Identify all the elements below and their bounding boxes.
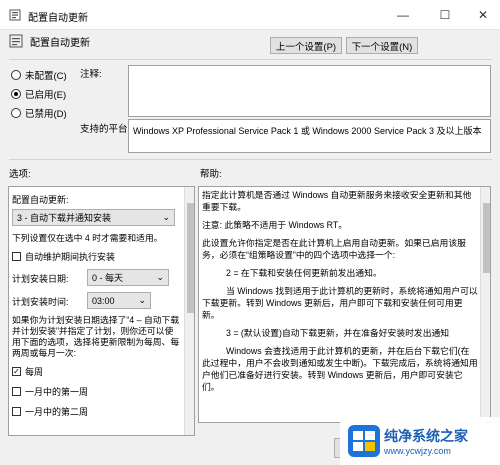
supported-on-label: 支持的平台:: [80, 124, 131, 135]
radio-label: 未配置(C): [25, 71, 67, 82]
dropdown-value: 03:00: [92, 295, 115, 306]
second-week-checkbox-row[interactable]: 一月中的第二周: [12, 405, 88, 418]
checkbox-label: 自动维护期间执行安装: [25, 252, 116, 262]
scrollbar-thumb[interactable]: [483, 203, 490, 273]
weekly-checkbox-row[interactable]: ✓ 每周: [12, 365, 43, 378]
policy-icon: [9, 34, 23, 48]
options-panel: 配置自动更新: 3 - 自动下载并通知安装 ⌄ 下列设置仅在选中 4 时才需要和…: [8, 186, 195, 436]
help-paragraph: Windows 会查找适用于此计算机的更新，并在后台下载它们(在此过程中，用户不…: [202, 346, 478, 392]
help-paragraph: 2 = 在下载和安装任何更新前发出通知。: [226, 268, 382, 278]
dropdown-value: 3 - 自动下载并通知安装: [17, 213, 112, 223]
policy-app-icon: [9, 9, 21, 21]
schedule-note: 下列设置仅在选中 4 时才需要和适用。: [12, 233, 163, 243]
next-setting-button[interactable]: 下一个设置(N): [346, 37, 418, 54]
watermark-title: 纯净系统之家: [384, 428, 468, 444]
supported-on-value: Windows XP Professional Service Pack 1 或…: [128, 119, 491, 153]
scrollbar-thumb[interactable]: [187, 203, 194, 313]
radio-button[interactable]: [11, 70, 21, 80]
help-paragraph: 当 Windows 找到适用于此计算机的更新时，系统将通知用户可以下载更新。转到…: [202, 286, 478, 320]
help-paragraph: 3 = (默认设置)自动下载更新，并在准备好安装时发出通知: [226, 328, 450, 338]
help-paragraph: 此设置允许你指定是否在此计算机上启用自动更新。如果已启用该服务，必须在“组策略设…: [202, 238, 466, 260]
maximize-button[interactable]: ☐: [426, 0, 464, 30]
checkbox-label: 一月中的第一周: [25, 387, 89, 397]
help-paragraph: 指定此计算机是否通过 Windows 自动更新服务来接收安全更新和其他重要下载。: [202, 190, 472, 212]
help-text: 指定此计算机是否通过 Windows 自动更新服务来接收安全更新和其他重要下载。…: [202, 189, 478, 399]
radio-button[interactable]: [11, 89, 21, 99]
configure-label: 配置自动更新:: [12, 195, 69, 205]
checkbox-checked[interactable]: ✓: [12, 367, 21, 376]
options-scrollbar[interactable]: [184, 187, 194, 435]
help-scrollbar[interactable]: [480, 187, 490, 422]
schedule-time-label: 计划安装时间:: [12, 297, 69, 307]
watermark-logo-icon: [348, 425, 380, 457]
chevron-down-icon: ⌄: [138, 295, 146, 305]
checkbox[interactable]: [12, 387, 21, 396]
schedule-day-dropdown[interactable]: 0 - 每天 ⌄: [87, 269, 169, 286]
title-bar: 配置自动更新 — ☐ ✕: [0, 0, 500, 30]
watermark-text: 纯净系统之家 www.ycwjzy.com: [384, 426, 468, 456]
minimize-button[interactable]: —: [384, 0, 422, 30]
close-button[interactable]: ✕: [464, 0, 500, 30]
help-paragraph: 注意: 此策略不适用于 Windows RT。: [202, 220, 347, 230]
radio-disabled[interactable]: 已禁用(D): [11, 106, 67, 120]
header-divider: [9, 59, 492, 60]
comment-label: 注释:: [80, 69, 102, 80]
chevron-down-icon: ⌄: [162, 212, 170, 222]
radio-enabled[interactable]: 已启用(E): [11, 87, 66, 101]
watermark-url: www.ycwjzy.com: [384, 446, 451, 456]
radio-label: 已启用(E): [25, 90, 67, 101]
checkbox-label: 每周: [25, 367, 44, 377]
radio-label: 已禁用(D): [25, 109, 67, 120]
checkbox[interactable]: [12, 407, 21, 416]
chevron-down-icon: ⌄: [156, 272, 164, 282]
auto-maintenance-checkbox-row[interactable]: 自动维护期间执行安装: [12, 250, 115, 263]
schedule-description: 如果你为计划安装日期选择了“4 – 自动下载并计划安装”并指定了计划，则你还可以…: [12, 315, 180, 358]
radio-not-configured[interactable]: 未配置(C): [11, 68, 67, 82]
help-label: 帮助:: [200, 169, 222, 180]
checkbox[interactable]: [12, 252, 21, 261]
first-week-checkbox-row[interactable]: 一月中的第一周: [12, 385, 88, 398]
radio-button[interactable]: [11, 108, 21, 118]
comment-textarea[interactable]: [128, 65, 491, 117]
section-divider: [9, 159, 492, 160]
window-title: 配置自动更新: [28, 13, 88, 24]
policy-name: 配置自动更新: [30, 38, 90, 49]
configure-dropdown[interactable]: 3 - 自动下载并通知安装 ⌄: [12, 209, 175, 226]
previous-setting-button[interactable]: 上一个设置(P): [270, 37, 342, 54]
watermark: 纯净系统之家 www.ycwjzy.com: [340, 417, 500, 465]
checkbox-label: 一月中的第二周: [25, 407, 89, 417]
dropdown-value: 0 - 每天: [92, 273, 124, 283]
options-label: 选项:: [9, 169, 31, 180]
schedule-time-dropdown[interactable]: 03:00 ⌄: [87, 292, 151, 309]
schedule-day-label: 计划安装日期:: [12, 274, 69, 284]
help-panel: 指定此计算机是否通过 Windows 自动更新服务来接收安全更新和其他重要下载。…: [198, 186, 491, 423]
